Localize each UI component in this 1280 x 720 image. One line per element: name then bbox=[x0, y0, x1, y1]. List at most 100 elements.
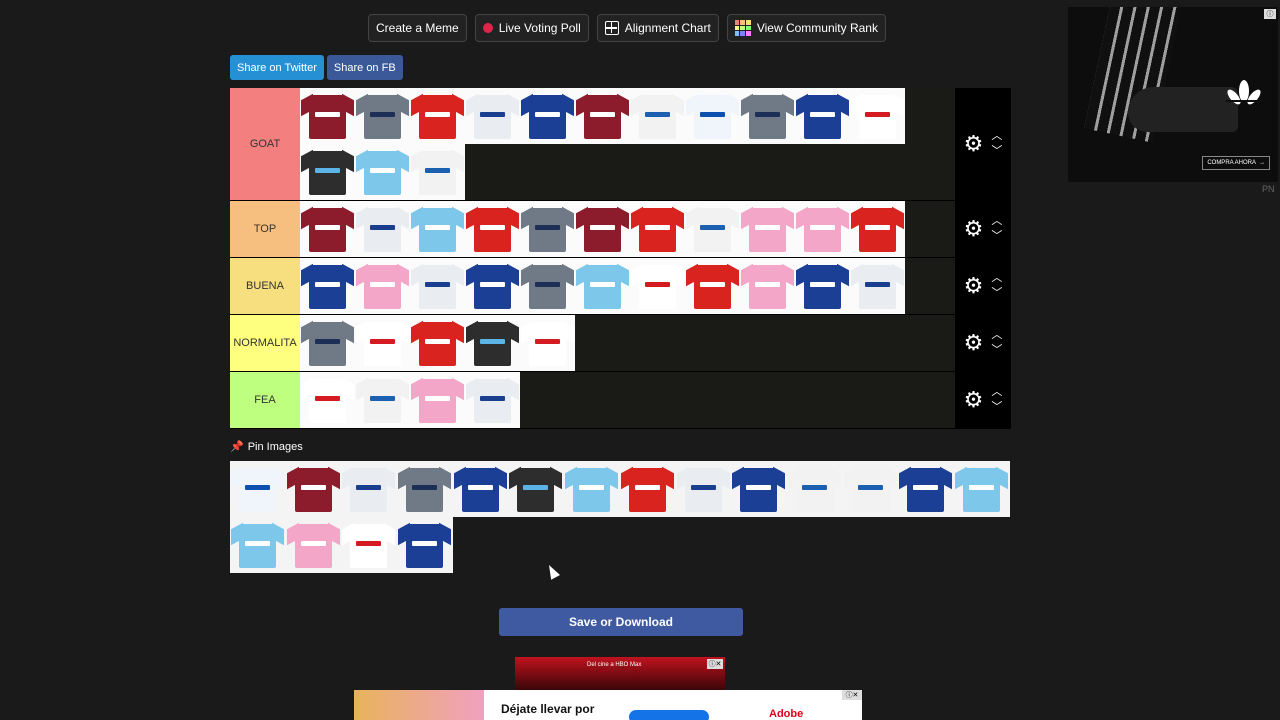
create-meme-button[interactable]: Create a Meme bbox=[368, 14, 467, 42]
share-facebook-button[interactable]: Share on FB bbox=[326, 55, 403, 80]
jersey-image[interactable] bbox=[850, 258, 905, 314]
move-up-icon[interactable]: ︿ bbox=[991, 216, 1002, 227]
move-up-icon[interactable]: ︿ bbox=[991, 131, 1002, 142]
jersey-image[interactable] bbox=[410, 144, 465, 200]
community-rank-button[interactable]: View Community Rank bbox=[726, 14, 886, 42]
jersey-image[interactable] bbox=[630, 88, 685, 144]
jersey-image[interactable] bbox=[795, 88, 850, 144]
jersey-image[interactable] bbox=[630, 258, 685, 314]
jersey-image[interactable] bbox=[465, 258, 520, 314]
jersey-image[interactable] bbox=[619, 461, 676, 517]
ad-info-icon[interactable]: ⓘ✕ bbox=[707, 659, 723, 669]
jersey-image[interactable] bbox=[795, 258, 850, 314]
jersey-image[interactable] bbox=[520, 88, 575, 144]
ad-banner-top[interactable]: COMPRA AHORA → ⓘ bbox=[1068, 7, 1278, 182]
jersey-image[interactable] bbox=[410, 372, 465, 428]
jersey-image[interactable] bbox=[300, 315, 355, 371]
ad-info-icon[interactable]: ⓘ✕ bbox=[842, 690, 862, 700]
jersey-image[interactable] bbox=[300, 88, 355, 144]
live-voting-poll-button[interactable]: Live Voting Poll bbox=[474, 14, 589, 42]
save-download-button[interactable]: Save or Download bbox=[499, 608, 743, 636]
ad-banner-middle[interactable]: Del cine a HBO Max ⓘ✕ bbox=[515, 657, 725, 690]
tier-label-goat[interactable]: GOAT bbox=[230, 88, 300, 200]
jersey-image[interactable] bbox=[355, 88, 410, 144]
move-down-icon[interactable]: ﹀ bbox=[991, 345, 1002, 356]
ad-info-icon[interactable]: ⓘ bbox=[1264, 9, 1276, 19]
jersey-image[interactable] bbox=[786, 461, 843, 517]
jersey-image[interactable] bbox=[731, 461, 787, 517]
jersey-image[interactable] bbox=[410, 201, 465, 257]
ad-cta-button[interactable]: COMPRA AHORA → bbox=[1202, 156, 1270, 170]
tier-label-fea[interactable]: FEA bbox=[230, 372, 300, 428]
move-up-icon[interactable]: ︿ bbox=[991, 387, 1002, 398]
move-up-icon[interactable]: ︿ bbox=[991, 273, 1002, 284]
jersey-image[interactable] bbox=[575, 88, 630, 144]
alignment-chart-button[interactable]: Alignment Chart bbox=[596, 14, 719, 42]
jersey-image[interactable] bbox=[230, 517, 286, 573]
tier-label-buena[interactable]: BUENA bbox=[230, 258, 300, 314]
jersey-image[interactable] bbox=[341, 517, 398, 573]
jersey-image[interactable] bbox=[355, 144, 410, 200]
jersey-image[interactable] bbox=[300, 258, 355, 314]
gear-icon[interactable]: ⚙ bbox=[964, 389, 984, 411]
share-buttons: Share on Twitter Share on FB bbox=[230, 55, 403, 80]
ad-banner-bottom[interactable]: Déjate llevar por Adobe ⓘ✕ bbox=[354, 690, 862, 720]
jersey-image[interactable] bbox=[300, 201, 355, 257]
gear-icon[interactable]: ⚙ bbox=[964, 218, 984, 240]
jersey-image[interactable] bbox=[508, 461, 565, 517]
jersey-image[interactable] bbox=[842, 461, 899, 517]
jersey-image[interactable] bbox=[675, 461, 732, 517]
jersey-image[interactable] bbox=[575, 201, 630, 257]
jersey-image[interactable] bbox=[397, 517, 453, 573]
jersey-image[interactable] bbox=[410, 258, 465, 314]
jersey-image[interactable] bbox=[685, 201, 740, 257]
share-twitter-button[interactable]: Share on Twitter bbox=[230, 55, 324, 80]
move-down-icon[interactable]: ﹀ bbox=[991, 288, 1002, 299]
jersey-image[interactable] bbox=[953, 461, 1010, 517]
jersey-image[interactable] bbox=[355, 315, 410, 371]
jersey-image[interactable] bbox=[452, 461, 509, 517]
jersey-image[interactable] bbox=[410, 88, 465, 144]
jersey-image[interactable] bbox=[300, 372, 355, 428]
jersey-image[interactable] bbox=[685, 88, 740, 144]
jersey-image[interactable] bbox=[285, 461, 342, 517]
pin-images-toggle[interactable]: 📌 Pin Images bbox=[230, 440, 303, 454]
jersey-image[interactable] bbox=[355, 201, 410, 257]
jersey-image[interactable] bbox=[465, 201, 520, 257]
jersey-image[interactable] bbox=[740, 201, 795, 257]
tier-label-normalita[interactable]: NORMALITA bbox=[230, 315, 300, 371]
jersey-image[interactable] bbox=[520, 201, 575, 257]
jersey-image[interactable] bbox=[341, 461, 398, 517]
jersey-image[interactable] bbox=[740, 258, 795, 314]
jersey-image[interactable] bbox=[740, 88, 795, 144]
gear-icon[interactable]: ⚙ bbox=[964, 133, 984, 155]
jersey-image[interactable] bbox=[355, 372, 410, 428]
jersey-image[interactable] bbox=[850, 88, 905, 144]
jersey-image[interactable] bbox=[520, 315, 575, 371]
jersey-image[interactable] bbox=[355, 258, 410, 314]
jersey-image[interactable] bbox=[285, 517, 342, 573]
jersey-image[interactable] bbox=[575, 258, 630, 314]
jersey-image[interactable] bbox=[465, 315, 520, 371]
jersey-image[interactable] bbox=[795, 201, 850, 257]
jersey-image[interactable] bbox=[685, 258, 740, 314]
ad-bottom-button[interactable] bbox=[629, 710, 709, 720]
jersey-image[interactable] bbox=[410, 315, 465, 371]
jersey-image[interactable] bbox=[465, 372, 520, 428]
jersey-image[interactable] bbox=[630, 201, 685, 257]
move-down-icon[interactable]: ﹀ bbox=[991, 402, 1002, 413]
gear-icon[interactable]: ⚙ bbox=[964, 332, 984, 354]
jersey-image[interactable] bbox=[564, 461, 620, 517]
jersey-image[interactable] bbox=[300, 144, 355, 200]
jersey-image[interactable] bbox=[520, 258, 575, 314]
gear-icon[interactable]: ⚙ bbox=[964, 275, 984, 297]
jersey-image[interactable] bbox=[898, 461, 954, 517]
jersey-image[interactable] bbox=[850, 201, 905, 257]
jersey-image[interactable] bbox=[397, 461, 453, 517]
move-down-icon[interactable]: ﹀ bbox=[991, 146, 1002, 157]
move-up-icon[interactable]: ︿ bbox=[991, 330, 1002, 341]
jersey-image[interactable] bbox=[465, 88, 520, 144]
move-down-icon[interactable]: ﹀ bbox=[991, 231, 1002, 242]
jersey-image[interactable] bbox=[230, 461, 286, 517]
tier-label-top[interactable]: TOP bbox=[230, 201, 300, 257]
